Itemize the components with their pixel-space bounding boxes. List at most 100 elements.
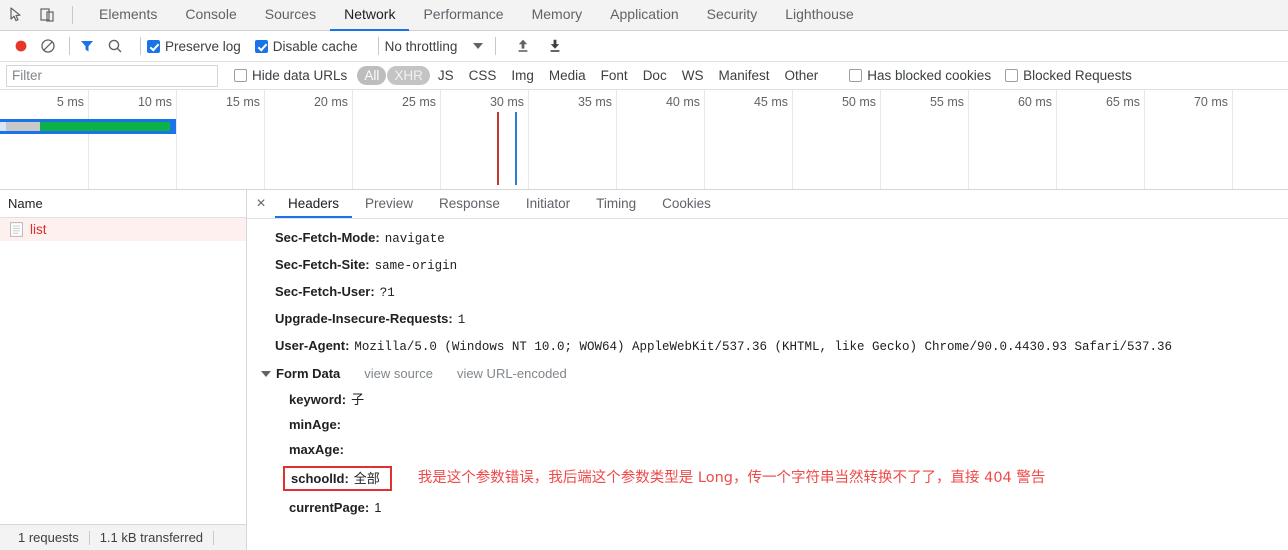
disable-cache-label: Disable cache [272, 38, 358, 54]
type-filter-all[interactable]: All [357, 66, 387, 85]
filter-bar: Hide data URLs All XHR JS CSS Img Media … [0, 62, 1288, 90]
preserve-log-label: Preserve log [165, 38, 241, 54]
hide-data-urls-checkbox-box [234, 69, 247, 82]
dom-content-loaded-marker [497, 112, 499, 185]
tab-memory[interactable]: Memory [518, 0, 597, 31]
clear-button[interactable] [37, 35, 59, 57]
triangle-down-icon [261, 370, 271, 377]
tab-security[interactable]: Security [693, 0, 772, 31]
tab-cookies[interactable]: Cookies [649, 190, 724, 218]
tick-label-60ms: 60 ms [1017, 95, 1052, 109]
tick-label-40ms: 40 ms [665, 95, 700, 109]
type-filter-xhr[interactable]: XHR [387, 66, 430, 85]
overview-request-band [0, 119, 176, 134]
view-source-link[interactable]: view source [364, 366, 433, 381]
tick-label-15ms: 15 ms [225, 95, 260, 109]
filter-input[interactable] [6, 64, 218, 87]
throttling-select[interactable]: No throttling [385, 39, 484, 54]
device-toolbar-icon[interactable] [36, 4, 58, 26]
tick-label-70ms: 70 ms [1193, 95, 1228, 109]
tab-lighthouse[interactable]: Lighthouse [771, 0, 868, 31]
type-filter-css[interactable]: CSS [462, 66, 504, 85]
transferred-size: 1.1 kB transferred [99, 530, 204, 545]
preserve-log-checkbox[interactable]: Preserve log [147, 39, 241, 54]
type-filter-js[interactable]: JS [431, 66, 461, 85]
header-key: Sec-Fetch-Site: [275, 257, 370, 272]
chevron-down-icon [473, 43, 484, 49]
filter-button[interactable] [76, 35, 98, 57]
tick-label-35ms: 35 ms [577, 95, 612, 109]
blocked-requests-checkbox[interactable]: Blocked Requests [1005, 68, 1132, 83]
tick-label-50ms: 50 ms [841, 95, 876, 109]
blocked-requests-checkbox-box [1005, 69, 1019, 82]
blocked-requests-label: Blocked Requests [1023, 68, 1132, 83]
status-divider-2 [213, 530, 215, 545]
type-filter-font[interactable]: Font [594, 66, 635, 85]
type-filter-manifest[interactable]: Manifest [711, 66, 776, 85]
tab-preview[interactable]: Preview [352, 190, 426, 218]
error-annotation: 我是这个参数错误，我后端这个参数类型是 Long，传一个字符串当然转换不了了，直… [417, 470, 1046, 486]
export-har-button[interactable] [544, 35, 566, 57]
import-har-button[interactable] [512, 35, 534, 57]
inspect-element-icon[interactable] [6, 4, 28, 26]
form-data-toggle[interactable]: Form Data [261, 366, 340, 381]
network-overview[interactable]: 5 ms 10 ms 15 ms 20 ms 25 ms 30 ms 35 ms… [0, 90, 1288, 190]
schoolid-highlight-box: schoolId: 全部 [283, 466, 392, 491]
overview-segment-stalled [0, 122, 6, 131]
tab-application[interactable]: Application [596, 0, 693, 31]
tab-console[interactable]: Console [171, 0, 250, 31]
tab-security-label: Security [706, 6, 758, 22]
toolbar-divider-3 [140, 37, 141, 55]
has-blocked-cookies-label: Has blocked cookies [867, 68, 992, 83]
document-icon [10, 222, 23, 237]
column-header-name[interactable]: Name [0, 190, 246, 218]
headers-content: Sec-Fetch-Mode: navigate Sec-Fetch-Site:… [247, 219, 1288, 550]
devtools-tool-icons [0, 4, 85, 26]
tab-network[interactable]: Network [330, 0, 410, 31]
tab-elements-label: Elements [99, 6, 158, 22]
tab-headers[interactable]: Headers [275, 190, 353, 218]
form-data-title: Form Data [276, 366, 341, 381]
type-filter-ws[interactable]: WS [675, 66, 711, 85]
record-button[interactable] [10, 35, 32, 57]
header-value: Mozilla/5.0 (Windows NT 10.0; WOW64) App… [354, 340, 1173, 354]
type-filter-media[interactable]: Media [542, 66, 593, 85]
table-row[interactable]: list [0, 218, 246, 241]
view-url-encoded-link[interactable]: view URL-encoded [457, 366, 567, 381]
disable-cache-checkbox[interactable]: Disable cache [254, 38, 358, 54]
type-filter-other[interactable]: Other [777, 66, 825, 85]
tick-label-25ms: 25 ms [401, 95, 436, 109]
tab-application-label: Application [610, 6, 679, 22]
toolbar-divider-2 [69, 37, 70, 55]
tab-console-label: Console [185, 6, 237, 22]
disable-cache-checkbox-box [254, 39, 268, 53]
tab-response[interactable]: Response [426, 190, 513, 218]
form-field-value: 1 [374, 500, 382, 515]
network-toolbar: Preserve log Disable cache No throttling [0, 31, 1288, 62]
overview-segment-queue [6, 122, 40, 131]
tab-lighthouse-label: Lighthouse [785, 6, 854, 22]
tick-label-20ms: 20 ms [313, 95, 348, 109]
tick-label-30ms: 30 ms [489, 95, 524, 109]
request-name: list [30, 222, 47, 237]
tab-timing[interactable]: Timing [583, 190, 649, 218]
form-field-key: keyword: [289, 392, 347, 407]
tab-initiator[interactable]: Initiator [513, 190, 583, 218]
tab-performance[interactable]: Performance [409, 0, 517, 31]
tab-memory-label: Memory [531, 6, 583, 22]
type-filter-doc[interactable]: Doc [636, 66, 674, 85]
tab-elements[interactable]: Elements [85, 0, 171, 31]
hide-data-urls-checkbox[interactable]: Hide data URLs [234, 68, 347, 83]
search-button[interactable] [104, 35, 126, 57]
header-value: 1 [457, 313, 466, 327]
form-field-row: minAge: [247, 412, 1288, 437]
form-field-value: 子 [351, 392, 365, 407]
close-icon[interactable]: × [247, 190, 275, 218]
requests-count: 1 requests [18, 530, 79, 545]
request-detail-pane: × Headers Preview Response Initiator Tim… [247, 190, 1288, 550]
type-filter-img[interactable]: Img [504, 66, 541, 85]
toolbar-divider-5 [495, 37, 497, 55]
tick-label-65ms: 65 ms [1105, 95, 1140, 109]
has-blocked-cookies-checkbox[interactable]: Has blocked cookies [849, 68, 991, 83]
tab-sources[interactable]: Sources [251, 0, 330, 31]
